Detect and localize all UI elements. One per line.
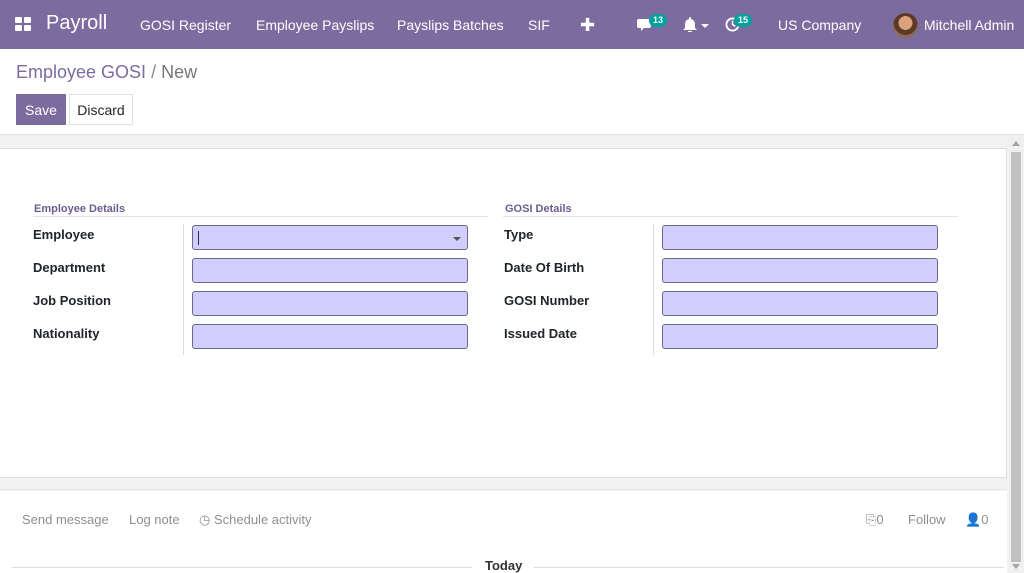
section-divider bbox=[33, 216, 488, 217]
date-of-birth-input[interactable] bbox=[662, 258, 938, 283]
form-sheet: Employee Details Employee Department Job… bbox=[0, 148, 1007, 478]
department-input[interactable] bbox=[192, 258, 468, 283]
user-menu[interactable]: Mitchell Admin bbox=[924, 17, 1014, 33]
employee-details-title: Employee Details bbox=[34, 203, 126, 215]
bell-icon[interactable] bbox=[683, 17, 697, 37]
menu-gosi-register[interactable]: GOSI Register bbox=[140, 17, 231, 33]
date-separator-line bbox=[12, 567, 472, 568]
send-message-button[interactable]: Send message bbox=[22, 512, 109, 527]
scroll-down-icon[interactable] bbox=[1012, 564, 1020, 569]
menu-sif[interactable]: SIF bbox=[528, 17, 550, 33]
type-label: Type bbox=[504, 227, 534, 242]
save-button[interactable]: Save bbox=[16, 94, 66, 125]
apps-menu-icon[interactable] bbox=[15, 17, 31, 32]
job-position-input[interactable] bbox=[192, 291, 468, 316]
scroll-up-icon[interactable] bbox=[1012, 141, 1020, 146]
gosi-details-title: GOSI Details bbox=[505, 203, 572, 215]
messages-count-badge: 13 bbox=[649, 14, 668, 27]
chatter-separator bbox=[0, 480, 1007, 490]
issued-date-input[interactable] bbox=[662, 324, 938, 349]
breadcrumb-separator: / bbox=[151, 62, 157, 82]
date-separator-line bbox=[534, 567, 1004, 568]
nationality-input[interactable] bbox=[192, 324, 468, 349]
breadcrumb-parent-link[interactable]: Employee GOSI bbox=[16, 62, 146, 82]
type-input[interactable] bbox=[662, 225, 938, 250]
breadcrumb-current: New bbox=[161, 62, 198, 82]
scrollbar-thumb[interactable] bbox=[1011, 152, 1021, 562]
label-column-divider bbox=[653, 224, 654, 355]
label-column-divider bbox=[183, 224, 184, 355]
gosi-number-input[interactable] bbox=[662, 291, 938, 316]
section-divider bbox=[503, 216, 958, 217]
clock-icon: ◷ bbox=[199, 512, 211, 527]
schedule-activity-label: Schedule activity bbox=[213, 512, 312, 527]
vertical-scrollbar[interactable] bbox=[1008, 136, 1024, 573]
attachments-count: 0 bbox=[876, 512, 884, 527]
issued-date-label: Issued Date bbox=[504, 326, 577, 341]
employee-select[interactable] bbox=[192, 225, 468, 250]
top-navbar: Payroll GOSI Register Employee Payslips … bbox=[0, 0, 1024, 49]
menu-employee-payslips[interactable]: Employee Payslips bbox=[256, 17, 374, 33]
department-label: Department bbox=[33, 260, 106, 275]
log-note-button[interactable]: Log note bbox=[129, 512, 180, 527]
app-brand[interactable]: Payroll bbox=[46, 12, 107, 35]
control-panel: Employee GOSI / New Save Discard bbox=[0, 49, 1024, 135]
today-label: Today bbox=[485, 558, 523, 573]
follow-button[interactable]: Follow bbox=[908, 512, 946, 527]
chevron-down-icon bbox=[701, 24, 709, 28]
chevron-down-icon[interactable] bbox=[453, 237, 461, 241]
gosi-number-label: GOSI Number bbox=[504, 293, 590, 308]
user-avatar[interactable] bbox=[893, 13, 918, 38]
user-icon: 👤 bbox=[965, 512, 982, 527]
company-switcher[interactable]: US Company bbox=[778, 17, 861, 33]
schedule-activity-button[interactable]: ◷ Schedule activity bbox=[199, 512, 312, 528]
nationality-label: Nationality bbox=[33, 326, 100, 341]
date-of-birth-label: Date Of Birth bbox=[504, 260, 585, 275]
text-cursor bbox=[198, 231, 199, 245]
employee-label: Employee bbox=[33, 227, 95, 242]
followers-button[interactable]: 👤0 bbox=[965, 512, 988, 528]
job-position-label: Job Position bbox=[33, 293, 111, 308]
followers-count: 0 bbox=[981, 512, 989, 527]
activities-count-badge: 15 bbox=[734, 14, 753, 27]
menu-payslips-batches[interactable]: Payslips Batches bbox=[397, 17, 504, 33]
chatter: Send message Log note ◷ Schedule activit… bbox=[0, 491, 1007, 573]
paperclip-icon: ⎘ bbox=[866, 512, 877, 527]
discard-button[interactable]: Discard bbox=[69, 94, 133, 125]
plus-icon[interactable]: ✚ bbox=[580, 15, 595, 36]
attachments-button[interactable]: ⎘0 bbox=[866, 512, 884, 528]
breadcrumb: Employee GOSI / New bbox=[16, 62, 197, 83]
